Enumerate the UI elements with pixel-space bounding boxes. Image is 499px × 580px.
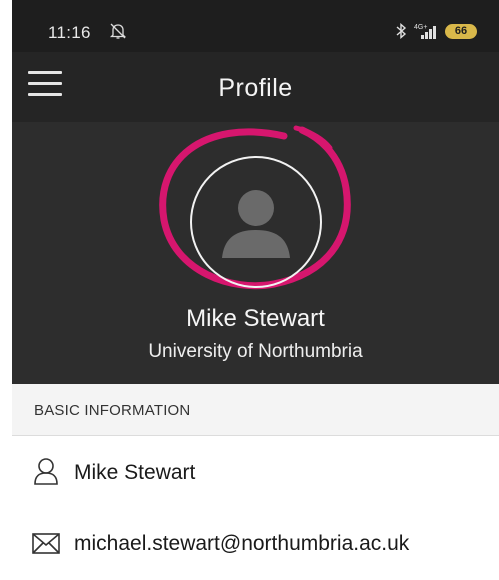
profile-name: Mike Stewart	[186, 305, 325, 332]
person-outline-icon	[34, 458, 58, 485]
status-indicators: 4G+ 66	[396, 20, 477, 42]
avatar[interactable]	[190, 156, 322, 288]
page-title: Profile	[218, 74, 293, 102]
status-time: 11:16	[48, 23, 91, 42]
profile-organization: University of Northumbria	[148, 341, 363, 362]
info-email-value: michael.stewart@northumbria.ac.uk	[74, 532, 410, 555]
network-label: 4G+	[414, 24, 427, 31]
profile-header: Mike Stewart University of Northumbria	[12, 122, 499, 384]
app-screen: 11:16 4G+ 66 Profile Mike Stewart Univer…	[12, 0, 499, 580]
status-bar: 11:16 4G+ 66	[12, 0, 499, 52]
signal-icon: 4G+	[414, 24, 436, 39]
battery-level: 66	[454, 25, 468, 37]
battery-icon: 66	[445, 23, 477, 39]
info-name-value: Mike Stewart	[74, 461, 196, 484]
device-edge	[0, 0, 12, 580]
info-row-name[interactable]: Mike Stewart	[12, 437, 499, 507]
avatar-area	[12, 122, 499, 302]
section-title: BASIC INFORMATION	[34, 402, 191, 419]
section-header-basic-information: BASIC INFORMATION	[12, 384, 499, 436]
bluetooth-icon	[396, 23, 407, 39]
bell-off-icon	[109, 23, 127, 39]
app-bar: Profile	[12, 52, 499, 122]
info-row-email[interactable]: michael.stewart@northumbria.ac.uk	[12, 508, 499, 578]
envelope-icon	[32, 533, 60, 554]
person-silhouette-icon	[222, 190, 290, 258]
